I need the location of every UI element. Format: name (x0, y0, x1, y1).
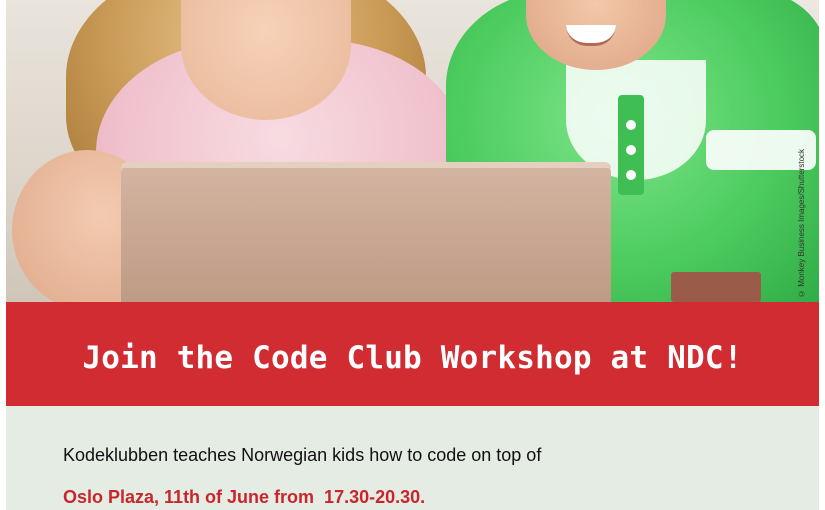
photo-shirt-button (626, 170, 636, 180)
photo-box (671, 272, 761, 302)
body-section: Kodeklubben teaches Norwegian kids how t… (6, 406, 819, 510)
title-banner: Join the Code Club Workshop at NDC! (6, 302, 819, 406)
event-details: Oslo Plaza, 11th of June from 17.30-20.3… (63, 487, 426, 507)
photo-shirt-button (626, 120, 636, 130)
photo-laptop (121, 162, 611, 302)
photo-credit: © Monkey Business Images/Shutterstock (797, 148, 806, 298)
page: © Monkey Business Images/Shutterstock Jo… (0, 0, 825, 510)
intro-text: Kodeklubben teaches Norwegian kids how t… (63, 445, 542, 465)
photo-shirt-button (626, 145, 636, 155)
photo-laptop-edge (121, 162, 611, 168)
banner-title: Join the Code Club Workshop at NDC! (82, 340, 743, 376)
hero-photo: © Monkey Business Images/Shutterstock (6, 0, 819, 302)
